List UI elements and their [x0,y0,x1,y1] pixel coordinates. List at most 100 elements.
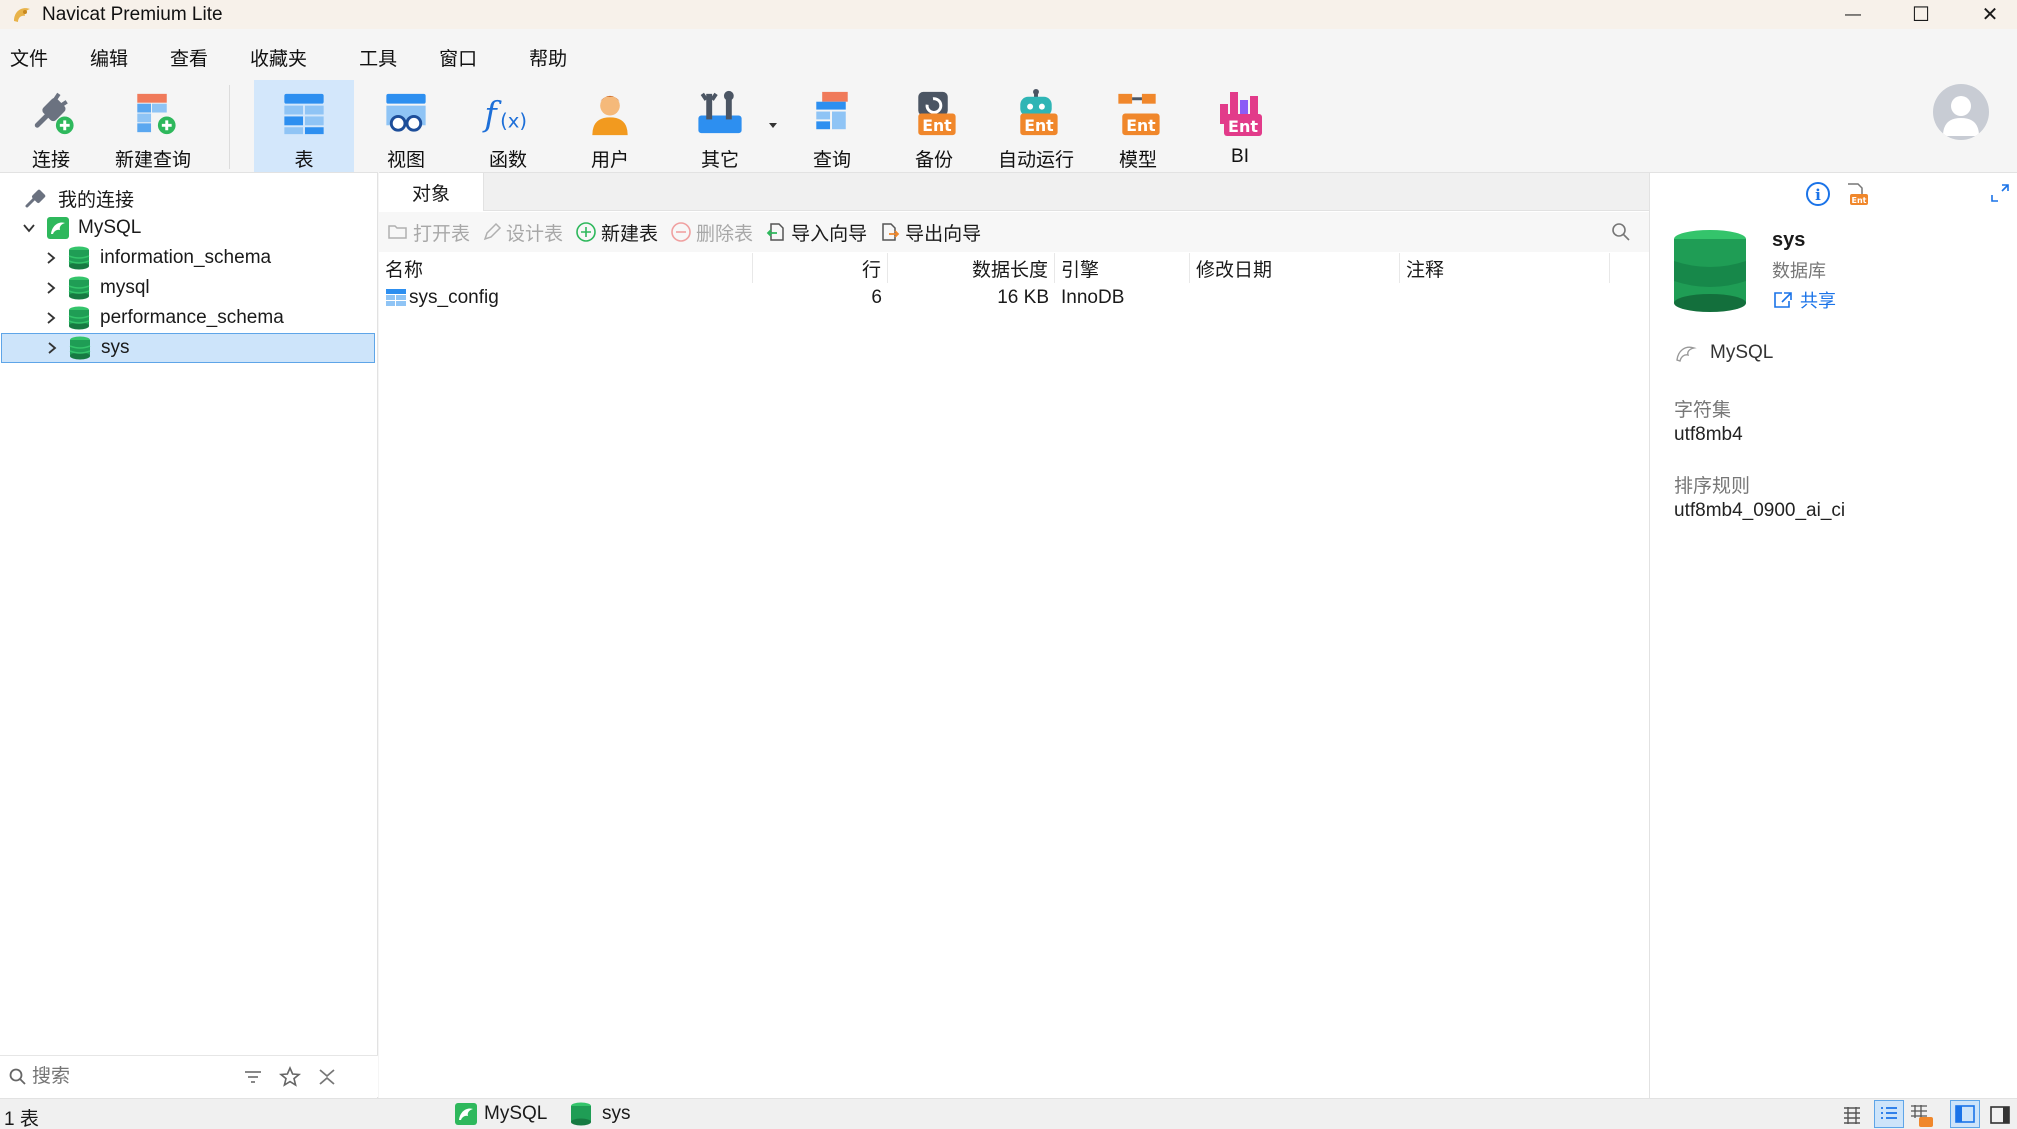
list-view-toggle[interactable] [1874,1100,1904,1128]
chevron-right-icon[interactable] [44,281,58,295]
other-button[interactable]: 其它 [670,80,770,172]
table-label: 表 [294,150,314,171]
grid-view-icon[interactable] [1840,1103,1864,1127]
menu-help[interactable]: 帮助 [519,44,589,71]
menu-edit[interactable]: 编辑 [80,44,150,71]
model-button[interactable]: Ent 模型 [1088,80,1188,172]
export-wizard-button[interactable]: 导出向导 [879,219,981,246]
chevron-down-icon[interactable] [22,221,36,235]
list-view-icon [1881,1107,1897,1119]
tab-objects[interactable]: 对象 [379,173,484,211]
menu-window[interactable]: 窗口 [429,44,499,71]
tree-item-database[interactable]: performance_schema [0,303,378,333]
charset-label: 字符集 [1674,400,1732,421]
query-button[interactable]: 查询 [782,80,882,172]
query-icon [816,91,848,130]
table-button[interactable]: 表 [254,80,354,172]
import-icon [766,223,784,241]
menu-file[interactable]: 文件 [0,44,70,71]
info-pane: i Ent sys 数据库 共享 MySQL 字符集 utf8mb4 排序规则 … [1649,172,2017,1098]
tree-item-database-selected[interactable]: sys [1,333,375,363]
collation-value: utf8mb4_0900_ai_ci [1674,500,1846,521]
backup-button[interactable]: Ent 备份 [884,80,984,172]
column-header-name[interactable]: 名称 [379,253,753,283]
chevron-right-icon[interactable] [45,341,59,355]
new-query-button[interactable]: 新建查询 [103,80,203,172]
star-icon[interactable] [278,1065,302,1089]
remove-circle-icon [671,222,691,242]
user-button[interactable]: 用户 [560,80,660,172]
right-pane-icon[interactable] [1988,1103,2012,1127]
menu-favorites[interactable]: 收藏夹 [240,44,329,71]
close-button[interactable]: ✕ [1955,0,2017,29]
function-button[interactable]: f (x) 函数 [458,80,558,172]
avatar[interactable] [1933,84,1989,140]
connect-label: 连接 [31,150,70,171]
filter-icon[interactable] [242,1066,264,1088]
folder-open-icon [388,225,407,239]
mysql-connection-icon [47,217,69,239]
tree-search-input[interactable] [32,1065,232,1088]
share-button[interactable]: 共享 [1772,287,1836,313]
toolbar-separator [229,85,230,169]
column-header-engine[interactable]: 引擎 [1055,253,1190,283]
model-icon: Ent [1118,93,1160,135]
delete-table-button[interactable]: 删除表 [670,219,753,246]
pencil-icon [483,222,502,241]
tree-database-label: sys [101,337,130,358]
database-icon [69,336,91,360]
chevron-right-icon[interactable] [44,251,58,265]
export-wizard-label: 导出向导 [905,223,982,245]
chevron-right-icon[interactable] [44,311,58,325]
import-wizard-button[interactable]: 导入向导 [765,219,867,246]
user-icon [592,95,628,136]
bi-label: BI [1231,146,1249,167]
automation-button[interactable]: Ent 自动运行 [986,80,1086,172]
status-bar: 1 表 MySQL sys [0,1098,2017,1129]
new-table-button[interactable]: 新建表 [575,219,658,246]
table-icon [284,93,324,135]
tree-root-my-connections[interactable]: 我的连接 [0,183,378,213]
other-dropdown-arrow[interactable] [768,117,778,135]
column-header-modified[interactable]: 修改日期 [1190,253,1400,283]
tree-item-mysql-connection[interactable]: MySQL [0,213,378,243]
charset-value: utf8mb4 [1674,424,1743,445]
info-icon[interactable]: i [1805,181,1831,207]
info-connection-label: MySQL [1710,342,1774,363]
mysql-dolphin-icon [1676,346,1697,362]
share-label: 共享 [1800,291,1836,311]
design-table-label: 设计表 [506,223,564,245]
tree-item-database[interactable]: mysql [0,273,378,303]
minimize-button[interactable]: — [1818,0,1888,29]
add-circle-icon [576,222,596,242]
collation-label: 排序规则 [1674,476,1751,497]
tree-item-database[interactable]: information_schema [0,243,378,273]
delete-table-label: 删除表 [696,223,754,245]
connect-button[interactable]: 连接 [1,80,101,172]
expand-icon[interactable] [1989,182,2011,204]
database-icon [571,1102,591,1126]
model-label: 模型 [1118,150,1157,171]
menu-view[interactable]: 查看 [160,44,230,71]
search-icon[interactable] [1610,221,1632,243]
status-connection-label: MySQL [484,1103,548,1124]
design-table-button[interactable]: 设计表 [482,219,563,246]
menu-tools[interactable]: 工具 [349,44,419,71]
maximize-button[interactable]: ☐ [1886,0,1956,29]
bi-chart-icon: Ent [1220,92,1262,136]
backup-icon: Ent [918,91,956,135]
cell-name: sys_config [379,283,753,313]
column-header-comment[interactable]: 注释 [1400,253,1610,283]
collapse-all-icon[interactable] [316,1066,338,1088]
bi-button[interactable]: Ent BI [1190,80,1290,172]
column-header-rows[interactable]: 行 [753,253,888,283]
database-icon [68,306,90,330]
column-header-data-length[interactable]: 数据长度 [888,253,1055,283]
tree-root-label: 我的连接 [58,189,135,211]
ddl-icon[interactable]: Ent [1844,181,1870,207]
table-row[interactable]: sys_config 6 16 KB InnoDB [379,283,1649,313]
view-button[interactable]: 视图 [356,80,456,172]
toggle-navigation-pane[interactable] [1950,1100,1980,1128]
er-diagram-icon[interactable] [1908,1102,1934,1128]
open-table-button[interactable]: 打开表 [387,219,470,246]
